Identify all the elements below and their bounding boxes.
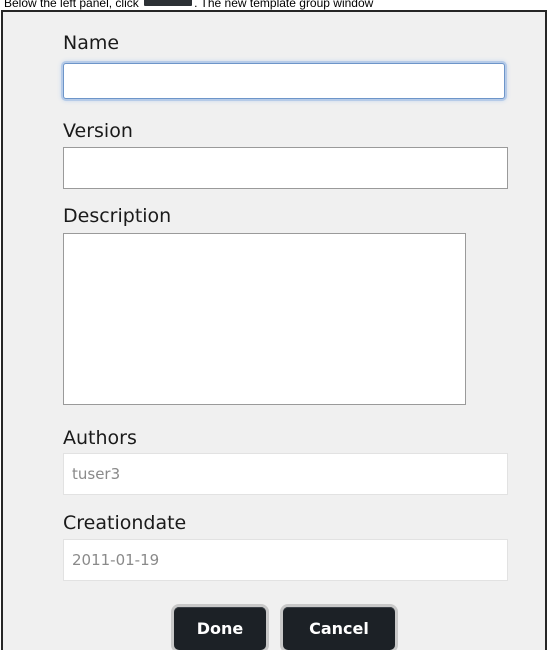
instruction-text-after: . The new template group window xyxy=(194,0,374,10)
creationdate-label: Creationdate xyxy=(63,512,187,534)
instruction-text: Below the left panel, click . The new te… xyxy=(4,0,553,10)
cancel-button[interactable]: Cancel xyxy=(283,607,395,650)
creationdate-input[interactable] xyxy=(63,539,508,581)
done-button[interactable]: Done xyxy=(174,607,266,650)
instruction-text-before: Below the left panel, click xyxy=(4,0,139,10)
add-group-button-image xyxy=(144,0,193,6)
name-input[interactable] xyxy=(63,63,505,99)
name-label: Name xyxy=(63,32,120,54)
version-label: Version xyxy=(63,120,133,142)
description-textarea[interactable] xyxy=(63,233,466,405)
description-label: Description xyxy=(63,205,172,227)
new-template-group-dialog: Name Version Description Authors Creatio… xyxy=(1,10,547,650)
version-input[interactable] xyxy=(63,147,508,189)
authors-label: Authors xyxy=(63,427,137,449)
authors-input[interactable] xyxy=(63,453,508,495)
